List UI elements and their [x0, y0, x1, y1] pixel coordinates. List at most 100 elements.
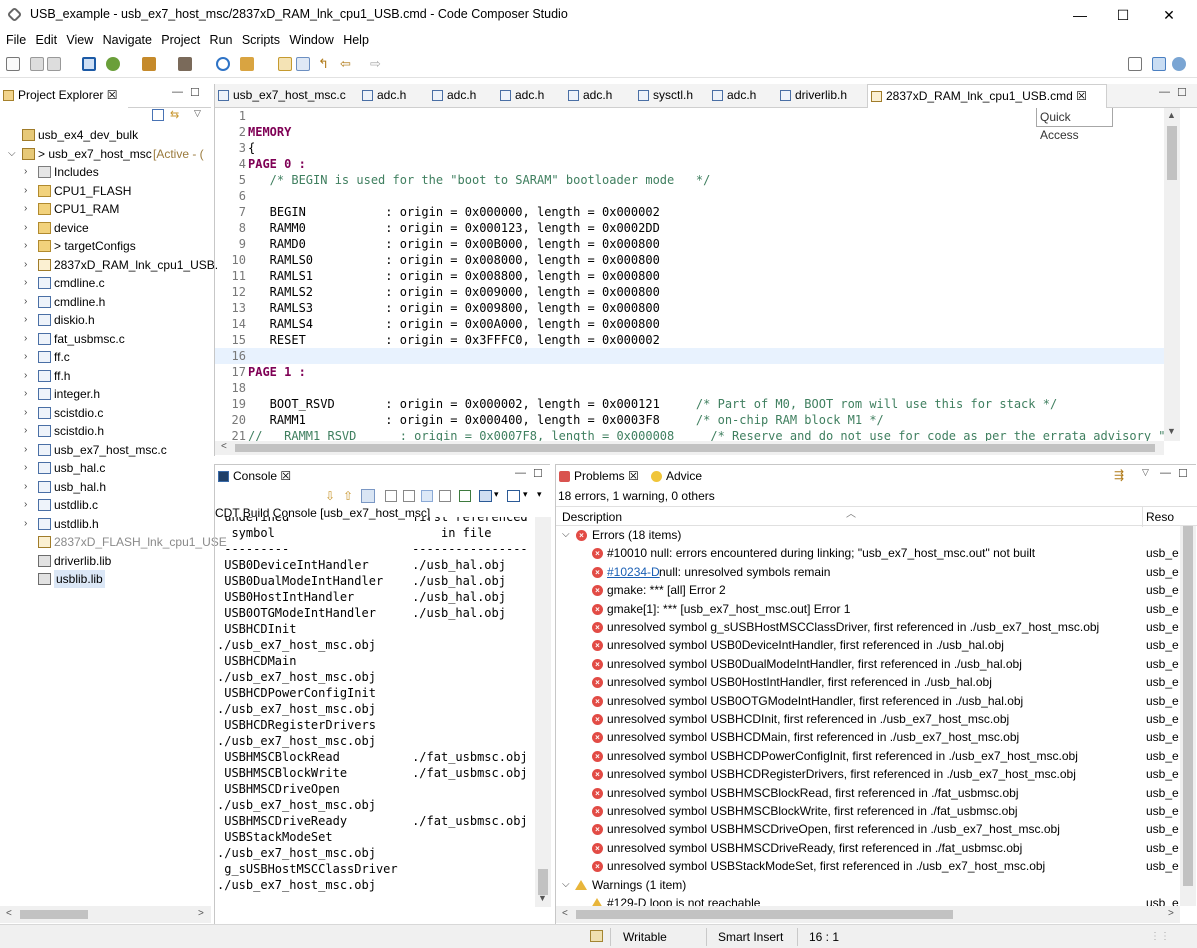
prev-error-icon[interactable]: ⇧ [343, 489, 353, 503]
tree-item[interactable]: usb_ex4_dev_bulk [0, 126, 210, 144]
editor-hscrollbar[interactable]: < [215, 441, 1164, 455]
tree-item[interactable]: › cmdline.h [0, 293, 210, 311]
close-button[interactable]: ✕ [1146, 0, 1192, 30]
chevron-down-icon[interactable]: ⌵ [562, 526, 570, 544]
tree-item[interactable]: › CPU1_FLASH [0, 182, 210, 200]
collapse-all-icon[interactable] [152, 109, 164, 121]
explorer-hscroll-thumb[interactable] [20, 910, 88, 919]
problem-row[interactable]: × unresolved symbol USBHMSCDriveOpen, fir… [556, 820, 1180, 838]
forward-icon[interactable]: ⇨ [370, 57, 384, 71]
chevron-right-icon[interactable]: › [24, 311, 34, 329]
chevron-right-icon[interactable]: › [24, 163, 34, 181]
chevron-right-icon[interactable]: › [24, 367, 34, 385]
tree-item[interactable]: › ff.c [0, 348, 210, 366]
clear-console-icon[interactable] [385, 490, 397, 502]
chevron-down-icon[interactable]: ⌵ [8, 145, 18, 163]
chevron-right-icon[interactable]: › [24, 496, 34, 514]
tree-item[interactable]: › diskio.h [0, 311, 210, 329]
tree-item[interactable]: 2837xD_FLASH_lnk_cpu1_USE [0, 533, 227, 551]
tree-item[interactable]: driverlib.lib [0, 552, 210, 570]
maximize-view-icon[interactable]: ☐ [190, 86, 200, 99]
chevron-right-icon[interactable]: › [24, 348, 34, 366]
problem-row[interactable]: × #10234-D null: unresolved symbols remai… [556, 563, 1180, 581]
tree-item[interactable]: › fat_usbmsc.c [0, 330, 210, 348]
editor-maximize-icon[interactable]: ☐ [1177, 86, 1187, 99]
chevron-right-icon[interactable]: › [24, 422, 34, 440]
menu-edit[interactable]: Edit [36, 30, 58, 50]
error-code-link[interactable]: #10234-D [607, 563, 660, 581]
open-console-dropdown-icon[interactable]: ▾ [523, 489, 528, 500]
problems-vscrollbar[interactable] [1180, 526, 1196, 906]
column-description[interactable]: Description [562, 510, 622, 524]
chevron-right-icon[interactable]: › [24, 182, 34, 200]
tree-item[interactable]: usblib.lib [0, 570, 210, 588]
tree-item[interactable]: › > targetConfigs [0, 237, 210, 255]
problems-minimize-icon[interactable]: — [1160, 467, 1171, 479]
link-console-icon[interactable] [361, 489, 375, 503]
console-vscrollbar[interactable]: ▼ [535, 517, 551, 907]
problem-row[interactable]: × gmake[1]: *** [usb_ex7_host_msc.out] Er… [556, 600, 1180, 618]
editor-tab[interactable]: adc.h [497, 84, 563, 108]
chevron-right-icon[interactable]: › [24, 385, 34, 403]
next-error-icon[interactable]: ⇩ [325, 489, 335, 503]
problems-view-menu-icon[interactable]: ▽ [1142, 467, 1149, 478]
console-maximize-icon[interactable]: ☐ [533, 467, 543, 480]
new-icon[interactable] [6, 57, 20, 71]
tree-item[interactable]: › scistdio.c [0, 404, 210, 422]
build-icon[interactable] [142, 57, 156, 71]
tree-item[interactable]: › device [0, 219, 210, 237]
terminal-icon[interactable] [82, 57, 96, 71]
menu-view[interactable]: View [66, 30, 93, 50]
open-type-icon[interactable] [296, 57, 310, 71]
problem-row[interactable]: × unresolved symbol USB0OTGModeIntHandler… [556, 692, 1180, 710]
tree-item[interactable]: › 2837xD_RAM_lnk_cpu1_USB. [0, 256, 218, 274]
tree-item[interactable]: ⌵ > usb_ex7_host_msc [Active - ( [0, 145, 210, 163]
chevron-down-icon[interactable]: ⌵ [562, 876, 570, 894]
maximize-button[interactable]: ☐ [1100, 0, 1146, 30]
tab-console[interactable]: Console ☒ [215, 465, 297, 489]
menu-run[interactable]: Run [210, 30, 233, 50]
debug-icon[interactable] [106, 57, 120, 71]
ccs-edit-perspective-icon[interactable] [1152, 57, 1166, 71]
tab-linker-cmd[interactable]: 2837xD_RAM_lnk_cpu1_USB.cmd ☒ [867, 84, 1107, 108]
problem-row[interactable]: × unresolved symbol USB0HostIntHandler, f… [556, 673, 1180, 691]
chevron-right-icon[interactable]: › [24, 200, 34, 218]
tree-item[interactable]: › scistdio.h [0, 422, 210, 440]
hammer-icon[interactable] [178, 57, 192, 71]
prev-annotation-icon[interactable]: ↰ [318, 57, 332, 71]
problems-vscroll-thumb[interactable] [1183, 526, 1193, 886]
chevron-right-icon[interactable]: › [24, 515, 34, 533]
tree-item[interactable]: › CPU1_RAM [0, 200, 210, 218]
search-icon[interactable] [216, 57, 230, 71]
tree-item[interactable]: › usb_ex7_host_msc.c [0, 441, 210, 459]
problem-row[interactable]: × unresolved symbol USBHCDRegisterDrivers… [556, 765, 1180, 783]
problems-hscroll-thumb[interactable] [576, 910, 953, 919]
chevron-right-icon[interactable]: › [24, 441, 34, 459]
back-icon[interactable]: ⇦ [340, 57, 354, 71]
display-console-icon[interactable] [479, 490, 492, 502]
tree-item[interactable]: › ff.h [0, 367, 210, 385]
menu-file[interactable]: File [6, 30, 26, 50]
tree-item[interactable]: › ustdlib.c [0, 496, 210, 514]
chevron-right-icon[interactable]: › [24, 274, 34, 292]
word-wrap-icon[interactable] [421, 490, 433, 502]
minimize-button[interactable]: — [1057, 0, 1103, 30]
menu-window[interactable]: Window [289, 30, 333, 50]
tree-item[interactable]: › usb_hal.c [0, 459, 210, 477]
open-perspective-icon[interactable] [1128, 57, 1142, 71]
editor-tab[interactable]: sysctl.h [635, 84, 707, 108]
editor-tab[interactable]: usb_ex7_host_msc.c [215, 84, 357, 108]
chevron-right-icon[interactable]: › [24, 237, 34, 255]
debug-perspective-icon[interactable] [1172, 57, 1186, 71]
tab-project-explorer[interactable]: Project Explorer ☒ [0, 84, 128, 108]
errors-group[interactable]: ⌵ × Errors (18 items) [556, 526, 1180, 544]
console-view-menu-icon[interactable]: ▾ [537, 489, 542, 500]
problems-hscrollbar[interactable]: < > [556, 906, 1180, 923]
problem-row[interactable]: × unresolved symbol USBHCDInit, first ref… [556, 710, 1180, 728]
problem-row[interactable]: × unresolved symbol USBHMSCBlockRead, fir… [556, 784, 1180, 802]
pin-console-icon[interactable] [439, 490, 451, 502]
chevron-right-icon[interactable]: › [24, 256, 34, 274]
chevron-right-icon[interactable]: › [24, 404, 34, 422]
problem-row[interactable]: × unresolved symbol USB0DeviceIntHandler,… [556, 636, 1180, 654]
open-console-icon[interactable] [507, 490, 520, 502]
